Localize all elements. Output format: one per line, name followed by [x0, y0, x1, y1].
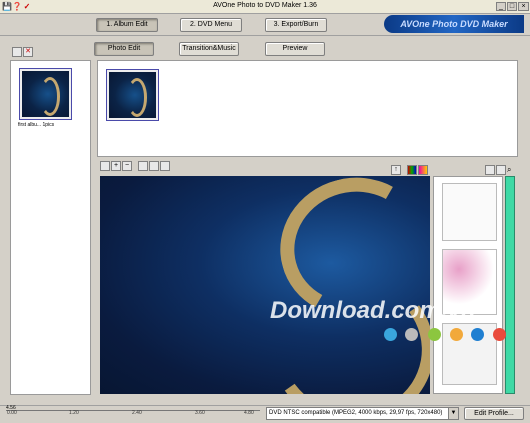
photo-thumbnail-image — [109, 72, 156, 118]
app-logo: AVOne Photo DVD Maker — [384, 15, 524, 33]
tab-photo-edit[interactable]: Photo Edit — [94, 42, 154, 56]
view-frame-icon[interactable] — [496, 165, 506, 175]
minimize-button[interactable]: _ — [496, 2, 506, 11]
view-list-icon[interactable] — [485, 165, 495, 175]
watermark-dot — [450, 328, 463, 341]
watermark-dot — [405, 328, 418, 341]
info-icon[interactable]: ↑ — [391, 165, 401, 175]
ruler-label: 2.40 — [132, 410, 142, 416]
close-button[interactable]: × — [518, 2, 529, 11]
ruler-label: 1.20 — [69, 410, 79, 416]
profile-select[interactable]: DVD NTSC compatible (MPEG2, 4000 kbps, 2… — [266, 407, 459, 420]
chevron-down-icon[interactable]: ▼ — [448, 408, 458, 419]
remove-icon[interactable]: − — [122, 161, 132, 171]
color-icon[interactable] — [407, 165, 417, 175]
tab-transition-music[interactable]: Transition&Music — [179, 42, 239, 56]
photo-strip — [97, 60, 518, 157]
watermark-dot — [428, 328, 441, 341]
ruler-label: 4.80 — [244, 410, 254, 416]
edit-profile-button[interactable]: Edit Profile... — [464, 407, 524, 420]
rotate-left-icon[interactable] — [149, 161, 159, 171]
ruler-label: 0.00 — [7, 410, 17, 416]
album-caption: first albu... 1pics — [18, 122, 55, 128]
tab-album-edit[interactable]: 1. Album Edit — [96, 18, 158, 32]
binoculars-icon[interactable]: ⌕ — [507, 165, 511, 175]
frame-scrollbar[interactable] — [505, 176, 515, 394]
frame-gallery — [433, 176, 503, 394]
profile-select-value: DVD NTSC compatible (MPEG2, 4000 kbps, 2… — [269, 410, 443, 416]
photo-thumbnail[interactable] — [106, 69, 159, 121]
ruler-label: 3.60 — [195, 410, 205, 416]
maximize-button[interactable]: □ — [507, 2, 517, 11]
open-folder-icon[interactable] — [100, 161, 110, 171]
window-title: AVOne Photo to DVD Maker 1.36 — [213, 2, 317, 9]
album-thumbnail-image — [22, 71, 69, 117]
watermark-dot — [384, 328, 397, 341]
delete-album-icon[interactable]: ✕ — [23, 47, 33, 57]
effects-icon[interactable] — [418, 165, 428, 175]
tab-export-burn[interactable]: 3. Export/Burn — [265, 18, 327, 32]
photo-preview[interactable] — [100, 176, 430, 394]
watermark-text: Download.com.vn — [270, 297, 476, 324]
rotate-right-icon[interactable] — [160, 161, 170, 171]
new-album-icon[interactable] — [12, 47, 22, 57]
add-icon[interactable]: + — [111, 161, 121, 171]
settings-icon[interactable] — [138, 161, 148, 171]
watermark-dot — [471, 328, 484, 341]
tab-dvd-menu[interactable]: 2. DVD Menu — [180, 18, 242, 32]
tab-preview[interactable]: Preview — [265, 42, 325, 56]
album-thumbnail[interactable] — [19, 68, 72, 120]
watermark-dot — [493, 328, 506, 341]
frame-plain[interactable] — [442, 183, 497, 241]
